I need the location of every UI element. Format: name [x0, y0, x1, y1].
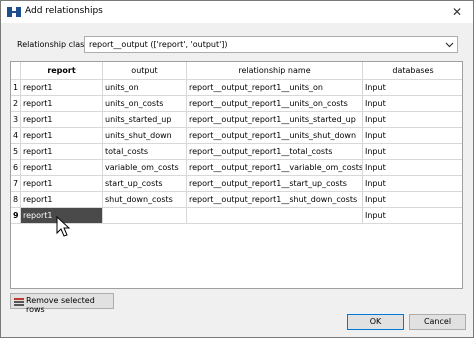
cell-relationship-name[interactable]: report__output_report1__start_up_costs [187, 176, 363, 192]
column-header-report[interactable]: report [21, 62, 103, 80]
cell-relationship-name[interactable]: report__output_report1__variable_om_cost… [187, 160, 363, 176]
corner-header[interactable] [11, 62, 21, 80]
cell-output[interactable]: variable_om_costs [103, 160, 187, 176]
cell-output[interactable]: units_on [103, 80, 187, 96]
cell-databases[interactable]: Input [363, 176, 462, 192]
chevron-down-icon[interactable] [445, 41, 454, 48]
row-header[interactable]: 7 [11, 176, 21, 192]
cell-report[interactable]: report1 [21, 192, 103, 208]
column-header-output[interactable]: output [103, 62, 187, 80]
cell-report[interactable]: report1 [21, 144, 103, 160]
relationship-class-value: report__output (['report', 'output']) [89, 40, 228, 49]
cell-databases[interactable]: Input [363, 160, 462, 176]
cell-databases[interactable]: Input [363, 128, 462, 144]
cell-output[interactable]: units_shut_down [103, 128, 187, 144]
cell-databases[interactable]: Input [363, 112, 462, 128]
row-header[interactable]: 5 [11, 144, 21, 160]
cell-relationship-name[interactable]: report__output_report1__units_shut_down [187, 128, 363, 144]
relationship-class-label: Relationship class [17, 40, 89, 49]
relationship-app-icon [7, 7, 21, 17]
window-title: Add relationships [25, 6, 103, 16]
cell-databases[interactable]: Input [363, 144, 462, 160]
cell-report[interactable]: report1 [21, 80, 103, 96]
row-header[interactable]: 4 [11, 128, 21, 144]
cancel-button[interactable]: Cancel [409, 314, 466, 330]
cell-report[interactable]: report1 [21, 128, 103, 144]
cell-report[interactable]: report1 [21, 176, 103, 192]
row-header[interactable]: 1 [11, 80, 21, 96]
cell-output[interactable]: shut_down_costs [103, 192, 187, 208]
close-icon[interactable]: ✕ [447, 4, 467, 20]
row-header[interactable]: 9 [11, 208, 21, 224]
cell-databases[interactable]: Input [363, 96, 462, 112]
cell-relationship-name[interactable]: report__output_report1__total_costs [187, 144, 363, 160]
remove-rows-icon [14, 298, 24, 306]
row-header[interactable]: 3 [11, 112, 21, 128]
cell-databases[interactable]: Input [363, 192, 462, 208]
row-header[interactable]: 2 [11, 96, 21, 112]
cell-relationship-name[interactable]: report__output_report1__units_on_costs [187, 96, 363, 112]
add-relationships-dialog: Add relationships ✕ Relationship class r… [0, 0, 474, 338]
relationships-table[interactable]: report output relationship name database… [10, 61, 463, 289]
cell-output[interactable]: total_costs [103, 144, 187, 160]
cell-report[interactable]: report1 [21, 160, 103, 176]
cell-relationship-name[interactable] [187, 208, 363, 224]
cell-output[interactable]: start_up_costs [103, 176, 187, 192]
cell-relationship-name[interactable]: report__output_report1__units_on [187, 80, 363, 96]
cell-databases[interactable]: Input [363, 80, 462, 96]
cell-report[interactable]: report1 [21, 96, 103, 112]
remove-selected-rows-label: Remove selected rows [26, 296, 95, 314]
cell-output[interactable]: units_on_costs [103, 96, 187, 112]
row-header[interactable]: 8 [11, 192, 21, 208]
title-bar: Add relationships ✕ [1, 1, 473, 23]
remove-selected-rows-button[interactable]: Remove selected rows [10, 293, 114, 314]
cell-report[interactable]: report1 [21, 208, 103, 224]
column-header-databases[interactable]: databases [363, 62, 462, 80]
cell-report[interactable]: report1 [21, 112, 103, 128]
row-header[interactable]: 6 [11, 160, 21, 176]
column-header-relationship-name[interactable]: relationship name [187, 62, 363, 80]
cell-output[interactable] [103, 208, 187, 224]
cell-relationship-name[interactable]: report__output_report1__units_started_up [187, 112, 363, 128]
cell-output[interactable]: units_started_up [103, 112, 187, 128]
relationship-class-combo[interactable]: report__output (['report', 'output']) [84, 36, 458, 53]
ok-button[interactable]: OK [347, 314, 404, 330]
cell-relationship-name[interactable]: report__output_report1__shut_down_costs [187, 192, 363, 208]
cell-databases[interactable]: Input [363, 208, 462, 224]
